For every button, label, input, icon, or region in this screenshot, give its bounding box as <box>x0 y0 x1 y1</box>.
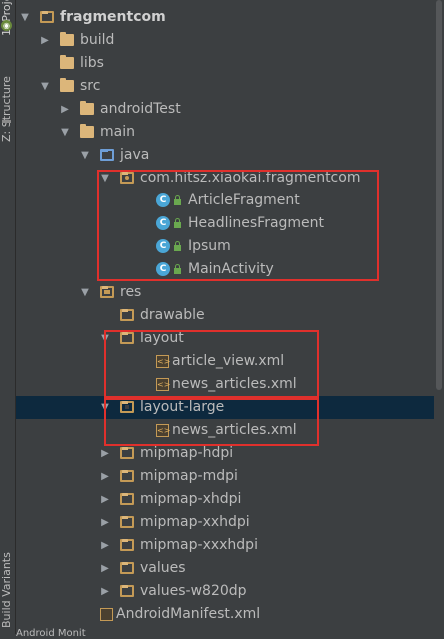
tree-row[interactable]: ▶ mipmap-xxhdpi <box>16 511 434 534</box>
highlight-box-layout-large <box>104 398 319 446</box>
expanded-arrow-icon[interactable]: ▼ <box>80 144 90 167</box>
vertical-scrollbar[interactable] <box>436 0 442 390</box>
folder-icon <box>120 516 134 528</box>
folder-icon <box>60 78 74 92</box>
tree-row[interactable]: ▶ values-w820dp <box>16 580 434 603</box>
tree-item-label: mipmap-xxxhdpi <box>140 537 258 553</box>
tree-row[interactable]: ▼ res <box>16 281 434 304</box>
folder-icon <box>120 470 134 482</box>
collapsed-arrow-icon[interactable]: ▶ <box>100 557 110 580</box>
tree-row[interactable]: AndroidManifest.xml <box>16 603 434 626</box>
expanded-arrow-icon[interactable]: ▼ <box>20 6 30 29</box>
tree-item-label: drawable <box>140 307 205 323</box>
tree-row[interactable]: drawable <box>16 304 434 327</box>
folder-icon <box>120 309 134 321</box>
collapsed-arrow-icon[interactable]: ▶ <box>60 98 70 121</box>
tree-item-label: androidTest <box>100 101 181 117</box>
resource-folder-icon <box>100 286 114 298</box>
tree-item-label: libs <box>80 55 104 71</box>
collapsed-arrow-icon[interactable]: ▶ <box>100 580 110 603</box>
folder-icon <box>60 32 74 46</box>
tree-row[interactable]: ▶ mipmap-xxxhdpi <box>16 534 434 557</box>
tree-item-label: mipmap-xhdpi <box>140 491 242 507</box>
collapsed-arrow-icon[interactable]: ▶ <box>100 465 110 488</box>
folder-icon <box>120 539 134 551</box>
folder-icon <box>80 124 94 138</box>
source-folder-icon <box>100 149 114 161</box>
tree-item-label: src <box>80 78 101 94</box>
module-folder-icon <box>40 11 54 23</box>
expanded-arrow-icon[interactable]: ▼ <box>60 121 70 144</box>
tree-item-label: AndroidManifest.xml <box>116 606 261 622</box>
folder-icon <box>120 447 134 459</box>
tree-row[interactable]: ▶ build <box>16 29 434 52</box>
structure-tab[interactable]: Z: Structure <box>0 76 13 142</box>
tree-row[interactable]: ▼ fragmentcom <box>16 6 434 29</box>
tree-item-label: mipmap-mdpi <box>140 468 238 484</box>
folder-icon <box>120 493 134 505</box>
collapsed-arrow-icon[interactable]: ▶ <box>40 29 50 52</box>
tree-item-label: res <box>120 284 142 300</box>
tree-item-label: build <box>80 32 115 48</box>
tree-item-label: mipmap-xxhdpi <box>140 514 250 530</box>
folder-icon <box>60 55 74 69</box>
expanded-arrow-icon[interactable]: ▼ <box>40 75 50 98</box>
tree-row[interactable]: ▼ java <box>16 144 434 167</box>
tree-row[interactable]: ▶ androidTest <box>16 98 434 121</box>
manifest-file-icon <box>100 608 113 621</box>
tree-item-label: main <box>100 124 135 140</box>
collapsed-arrow-icon[interactable]: ▶ <box>100 534 110 557</box>
tree-row[interactable]: ▶ mipmap-xhdpi <box>16 488 434 511</box>
project-tree[interactable]: ▼ fragmentcom ▶ build libs ▼ src ▶ androidTest ▼ m… <box>16 0 434 634</box>
tree-row[interactable]: libs <box>16 52 434 75</box>
build-variants-tab[interactable]: Build Variants <box>0 552 13 628</box>
tree-row[interactable]: ▶ mipmap-mdpi <box>16 465 434 488</box>
highlight-box-layout <box>104 330 319 398</box>
tree-row[interactable]: ▶ values <box>16 557 434 580</box>
tree-row[interactable]: ▼ src <box>16 75 434 98</box>
structure-tab-icon <box>2 120 11 123</box>
expanded-arrow-icon[interactable]: ▼ <box>80 281 90 304</box>
folder-icon <box>80 101 94 115</box>
folder-icon <box>120 562 134 574</box>
collapsed-arrow-icon[interactable]: ▶ <box>100 488 110 511</box>
tree-row[interactable]: ▼ main <box>16 121 434 144</box>
tool-window-strip: 1: Project ◉ Z: Structure Build Variants <box>0 0 16 634</box>
tree-item-label: fragmentcom <box>60 9 166 25</box>
tree-item-label: values <box>140 560 186 576</box>
tree-item-label: java <box>120 147 150 163</box>
tree-item-label: values-w820dp <box>140 583 247 599</box>
project-tab-icon[interactable]: ◉ <box>1 20 12 31</box>
folder-icon <box>120 585 134 597</box>
highlight-box-package <box>97 170 379 281</box>
collapsed-arrow-icon[interactable]: ▶ <box>100 511 110 534</box>
